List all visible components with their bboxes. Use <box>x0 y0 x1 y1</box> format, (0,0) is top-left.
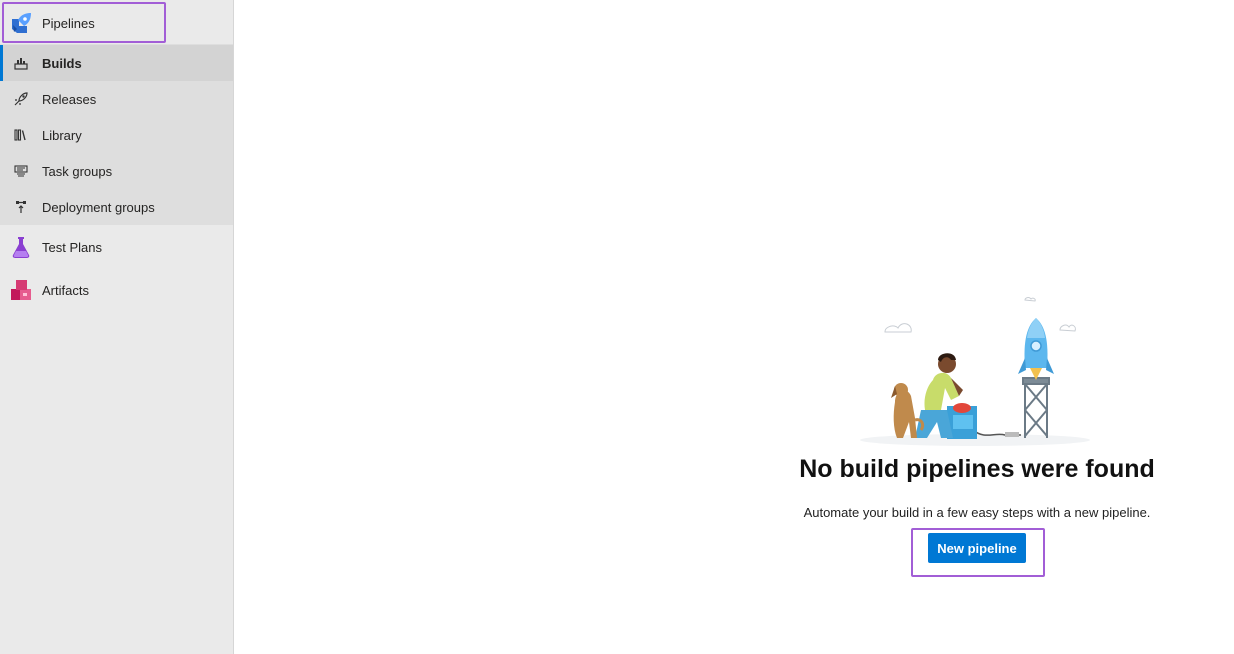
nav-test-plans-label: Test Plans <box>42 239 102 255</box>
sidebar-item-releases[interactable]: Releases <box>0 81 233 117</box>
deployment-groups-icon <box>13 199 29 215</box>
artifacts-icon <box>9 278 33 302</box>
empty-state-title: No build pipelines were found <box>799 455 1155 483</box>
sidebar-item-library[interactable]: Library <box>0 117 233 153</box>
sidebar-item-task-groups[interactable]: Task groups <box>0 153 233 189</box>
sidebar-item-builds[interactable]: Builds <box>0 45 233 81</box>
nav-test-plans[interactable]: Test Plans <box>0 228 233 266</box>
sidebar-item-deployment-groups-label: Deployment groups <box>42 199 155 215</box>
sidebar-item-builds-label: Builds <box>42 55 82 71</box>
sidebar-item-deployment-groups[interactable]: Deployment groups <box>0 189 233 225</box>
nav-pipelines-label: Pipelines <box>42 15 95 31</box>
nav-artifacts[interactable]: Artifacts <box>0 271 233 309</box>
test-plans-icon <box>9 235 33 259</box>
sidebar-item-releases-label: Releases <box>42 91 97 107</box>
empty-state-description: Automate your build in a few easy steps … <box>803 505 1151 520</box>
sidebar-item-task-groups-label: Task groups <box>42 163 113 179</box>
builds-icon <box>13 55 29 71</box>
cloud-icon <box>884 296 1076 333</box>
rocket-tower <box>1022 377 1050 438</box>
rocket-icon <box>1018 318 1054 380</box>
sidebar: Pipelines Builds Releases Library Task g… <box>0 0 234 654</box>
rocket-icon <box>13 91 29 107</box>
empty-state-illustration <box>860 296 1090 446</box>
sidebar-item-library-label: Library <box>42 127 82 143</box>
new-pipeline-button[interactable]: New pipeline <box>928 533 1026 563</box>
nav-artifacts-label: Artifacts <box>42 282 89 298</box>
task-groups-icon <box>13 163 29 179</box>
pipelines-icon <box>9 11 33 35</box>
library-icon <box>13 127 29 143</box>
nav-pipelines[interactable]: Pipelines <box>0 4 233 42</box>
